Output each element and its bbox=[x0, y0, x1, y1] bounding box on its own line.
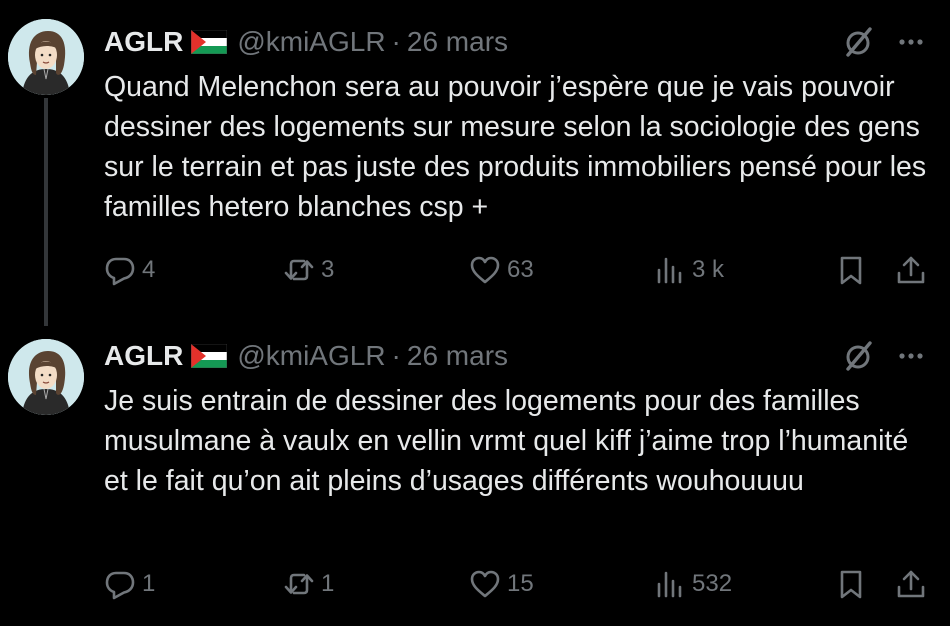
like-button[interactable]: 15 bbox=[469, 562, 534, 606]
avatar[interactable] bbox=[8, 19, 84, 95]
share-button[interactable] bbox=[895, 248, 927, 292]
views-count: 532 bbox=[692, 570, 733, 597]
bookmark-icon bbox=[835, 568, 867, 600]
views-button[interactable]: 3 k bbox=[654, 248, 724, 292]
reply-button[interactable]: 1 bbox=[104, 562, 155, 606]
retweet-count: 1 bbox=[321, 570, 335, 597]
retweet-icon bbox=[283, 568, 315, 600]
share-icon bbox=[895, 568, 927, 600]
views-button[interactable]: 532 bbox=[654, 562, 732, 606]
author-handle[interactable]: @kmiAGLR bbox=[237, 340, 385, 372]
reply-icon bbox=[104, 568, 136, 600]
views-icon bbox=[654, 254, 686, 286]
separator: · bbox=[391, 340, 401, 371]
avatar-image bbox=[8, 339, 84, 415]
share-icon bbox=[895, 254, 927, 286]
like-icon bbox=[469, 568, 501, 600]
reply-count: 1 bbox=[142, 570, 156, 597]
palestine-flag-icon bbox=[191, 30, 227, 54]
separator: · bbox=[391, 26, 401, 57]
like-count: 15 bbox=[507, 570, 534, 597]
bookmark-button[interactable] bbox=[835, 562, 867, 606]
reply-icon bbox=[104, 254, 136, 286]
author-handle[interactable]: @kmiAGLR bbox=[237, 26, 385, 58]
reply-button[interactable]: 4 bbox=[104, 248, 155, 292]
tweet-actions: 1 1 15 532 bbox=[0, 562, 950, 606]
tweet-date[interactable]: 26 mars bbox=[407, 26, 508, 58]
views-icon bbox=[654, 568, 686, 600]
bookmark-button[interactable] bbox=[835, 248, 867, 292]
reply-count: 4 bbox=[142, 256, 156, 283]
tweet[interactable]: AGLR @kmiAGLR · 26 mars Quand Melenchon … bbox=[0, 0, 950, 326]
tweet[interactable]: AGLR @kmiAGLR · 26 mars Je suis entrain … bbox=[0, 326, 950, 626]
tweet-text: Je suis entrain de dessiner des logement… bbox=[104, 385, 909, 497]
bookmark-icon bbox=[835, 254, 867, 286]
tweet-header: AGLR @kmiAGLR · 26 mars bbox=[104, 338, 508, 374]
author-name[interactable]: AGLR bbox=[104, 26, 183, 58]
tweet-actions: 4 3 63 3 k bbox=[0, 248, 950, 292]
tweet-header: AGLR @kmiAGLR · 26 mars bbox=[104, 24, 508, 60]
like-count: 63 bbox=[507, 256, 534, 283]
like-button[interactable]: 63 bbox=[469, 248, 534, 292]
retweet-button[interactable]: 3 bbox=[283, 248, 334, 292]
retweet-count: 3 bbox=[321, 256, 335, 283]
more-horizontal-icon[interactable] bbox=[893, 338, 929, 374]
grok-icon[interactable] bbox=[838, 22, 878, 62]
grok-icon[interactable] bbox=[838, 336, 878, 376]
retweet-icon bbox=[283, 254, 315, 286]
views-count: 3 k bbox=[692, 256, 725, 283]
avatar-image bbox=[8, 19, 84, 95]
like-icon bbox=[469, 254, 501, 286]
share-button[interactable] bbox=[895, 562, 927, 606]
palestine-flag-icon bbox=[191, 344, 227, 368]
author-name[interactable]: AGLR bbox=[104, 340, 183, 372]
retweet-button[interactable]: 1 bbox=[283, 562, 334, 606]
avatar[interactable] bbox=[8, 339, 84, 415]
tweet-date[interactable]: 26 mars bbox=[407, 340, 508, 372]
tweet-text: Quand Melenchon sera au pouvoir j’espère… bbox=[104, 71, 927, 223]
more-horizontal-icon[interactable] bbox=[893, 24, 929, 60]
